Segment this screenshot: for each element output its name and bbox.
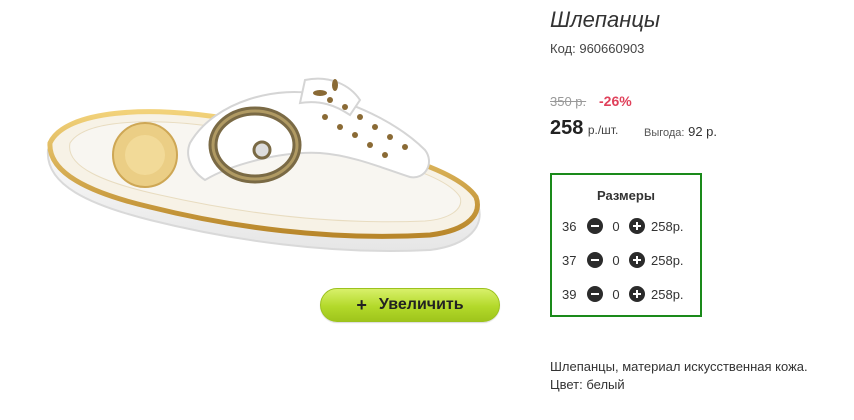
zoom-button-label: Увеличить <box>378 296 464 313</box>
benefit: Выгода: 92 р. <box>644 124 717 139</box>
size-quantity: 0 <box>612 286 620 302</box>
product-image[interactable] <box>30 55 500 280</box>
size-quantity: 0 <box>612 218 620 234</box>
size-label: 37 <box>562 252 577 268</box>
benefit-value: 92 р. <box>688 124 718 139</box>
product-code-value: 960660903 <box>579 41 645 56</box>
minus-icon[interactable] <box>587 286 603 302</box>
size-row: 36 0 258р. <box>562 216 684 236</box>
plus-icon[interactable] <box>629 218 645 234</box>
minus-icon[interactable] <box>587 218 603 234</box>
plus-icon: + <box>356 295 367 315</box>
zoom-button[interactable]: + Увеличить <box>320 288 500 322</box>
size-row: 37 0 258р. <box>562 250 684 270</box>
size-price: 258р. <box>651 286 684 302</box>
plus-icon[interactable] <box>629 252 645 268</box>
sizes-title: Размеры <box>597 188 655 203</box>
product-description: Шлепанцы, материал искусственная кожа. Ц… <box>550 358 808 394</box>
benefit-label: Выгода: <box>644 127 685 139</box>
minus-icon[interactable] <box>587 252 603 268</box>
price-unit: р./шт. <box>587 123 619 137</box>
product-code: Код: 960660903 <box>550 41 644 56</box>
product-code-label: Код: <box>550 41 576 56</box>
plus-icon[interactable] <box>629 286 645 302</box>
current-price: 258 р./шт. <box>550 117 618 140</box>
old-price: 350 р. <box>550 94 587 109</box>
sizes-panel: Размеры 36 0 258р. 37 0 258р. 39 0 258р. <box>550 173 702 317</box>
discount-badge: -26% <box>599 93 632 109</box>
size-row: 39 0 258р. <box>562 284 684 304</box>
product-title: Шлепанцы <box>550 7 661 32</box>
size-price: 258р. <box>651 252 684 268</box>
size-label: 36 <box>562 218 577 234</box>
size-quantity: 0 <box>612 252 620 268</box>
size-label: 39 <box>562 286 577 302</box>
price-value: 258 <box>550 117 584 139</box>
description-line: Шлепанцы, материал искусственная кожа. <box>550 359 808 374</box>
color-line: Цвет: белый <box>550 377 625 392</box>
size-price: 258р. <box>651 218 684 234</box>
